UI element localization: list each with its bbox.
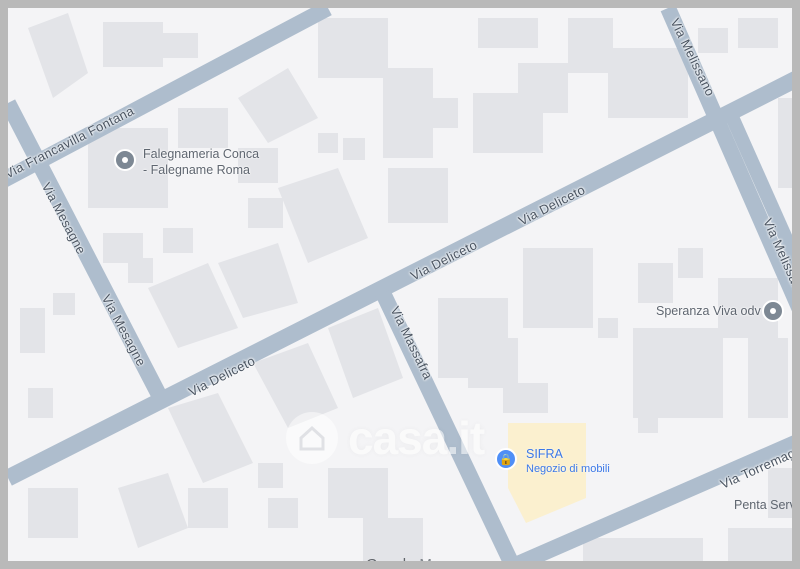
- building: [728, 528, 792, 561]
- house-icon: [286, 412, 338, 464]
- building: [383, 68, 433, 158]
- building: [678, 248, 703, 278]
- building: [468, 338, 518, 388]
- building: [638, 418, 658, 433]
- map-canvas[interactable]: [8, 8, 800, 569]
- falegnameria-label-line2: - Falegname Roma: [143, 163, 250, 177]
- building: [778, 98, 792, 188]
- building: [268, 498, 298, 528]
- building: [738, 18, 778, 48]
- building: [638, 263, 673, 303]
- penta-label[interactable]: Penta Servic: [734, 498, 792, 512]
- building: [103, 22, 163, 67]
- building: [503, 383, 548, 413]
- sifra-category: Negozio di mobili: [526, 463, 610, 475]
- building: [20, 308, 45, 353]
- falegnameria-pin-icon[interactable]: [114, 149, 136, 171]
- building: [598, 318, 618, 338]
- speranza-label[interactable]: Speranza Viva odv: [656, 303, 761, 319]
- falegnameria-label-line1: Falegnameria Conca: [143, 147, 260, 161]
- building: [258, 463, 283, 488]
- building: [328, 468, 388, 518]
- building: [53, 293, 75, 315]
- sifra-name[interactable]: SIFRA: [526, 447, 563, 461]
- map-frame: Via Francavilla Fontana Via Mesagne Via …: [0, 0, 800, 569]
- watermark-text: casa.it: [348, 412, 485, 464]
- building: [28, 488, 78, 538]
- building: [568, 18, 613, 73]
- speranza-pin-icon[interactable]: [762, 300, 784, 322]
- falegnameria-label[interactable]: Falegnameria Conca - Falegname Roma: [143, 146, 259, 178]
- building: [748, 338, 788, 418]
- building: [428, 98, 458, 128]
- building: [633, 328, 723, 418]
- building: [343, 138, 365, 160]
- google-maps-logo: Google Maps: [366, 556, 457, 569]
- building: [163, 33, 198, 58]
- google-logo-text: Google: [366, 556, 415, 569]
- maps-logo-text: Maps: [419, 556, 457, 569]
- building: [523, 248, 593, 328]
- shop-lock-icon[interactable]: 🔒: [495, 448, 517, 470]
- building: [128, 258, 153, 283]
- building: [608, 48, 688, 118]
- building: [518, 63, 568, 113]
- building: [318, 18, 388, 78]
- casa-it-watermark: casa.it: [286, 408, 485, 468]
- building: [318, 133, 338, 153]
- building: [178, 108, 228, 148]
- building: [583, 538, 703, 561]
- building: [163, 228, 193, 253]
- building: [188, 488, 228, 528]
- building: [28, 388, 53, 418]
- building: [388, 168, 448, 223]
- building: [698, 28, 728, 53]
- building: [248, 198, 283, 228]
- building: [478, 18, 538, 48]
